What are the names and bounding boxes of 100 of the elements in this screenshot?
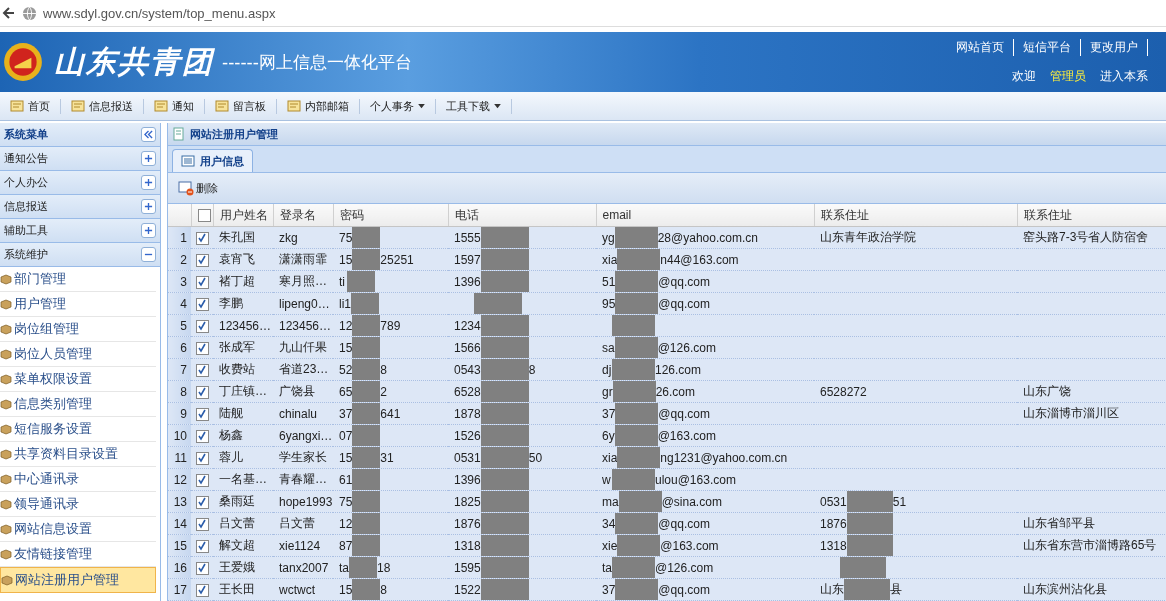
- delete-button[interactable]: 删除: [178, 180, 218, 196]
- table-cell: 山东: [820, 582, 844, 596]
- box-icon[interactable]: [0, 548, 12, 560]
- sidebar-section[interactable]: 系统维护: [4, 247, 48, 262]
- sidebar-section[interactable]: 信息报送: [4, 199, 48, 214]
- table-cell: @163.com: [660, 538, 719, 553]
- table-cell: @qq.com: [658, 406, 710, 421]
- row-number: 8: [180, 384, 187, 399]
- table-cell: @qq.com: [658, 274, 710, 289]
- table-cell: 山东省邹平县: [1023, 516, 1095, 530]
- welcome-text: 欢迎: [1012, 68, 1036, 85]
- table-cell: 寒月照…: [279, 274, 327, 288]
- box-icon[interactable]: [0, 423, 12, 435]
- dropdown-menu[interactable]: 个人事务: [360, 98, 436, 114]
- header-link[interactable]: 短信平台: [1014, 39, 1081, 56]
- menu-item[interactable]: 部门管理: [0, 267, 156, 292]
- box-icon[interactable]: [0, 398, 12, 410]
- menu-item[interactable]: 领导通讯录: [0, 492, 156, 517]
- table-cell: 12: [339, 318, 353, 333]
- column-header[interactable]: 联系住址: [820, 207, 869, 222]
- header-link[interactable]: 网站首页: [956, 39, 1014, 56]
- table-cell: 75: [339, 494, 353, 509]
- menu-item[interactable]: 中心通讯录: [0, 467, 156, 492]
- header-link[interactable]: 更改用户: [1081, 39, 1148, 56]
- row-number: 14: [173, 516, 187, 531]
- column-header[interactable]: email: [602, 208, 632, 222]
- table-cell: 6528272: [820, 384, 867, 399]
- box-icon[interactable]: [0, 523, 12, 535]
- table-cell: 1876: [454, 516, 481, 531]
- table-cell: 61: [339, 472, 353, 487]
- table-cell: 陆舰: [219, 406, 243, 420]
- sidebar-section[interactable]: 辅助工具: [4, 223, 48, 238]
- table-cell: xie1124: [279, 538, 321, 553]
- table-cell: 37: [602, 582, 616, 597]
- box-icon[interactable]: [0, 473, 12, 485]
- tab[interactable]: 用户信息: [172, 149, 253, 172]
- table-cell: 51: [602, 274, 616, 289]
- table-cell: @qq.com: [658, 296, 710, 311]
- table-cell: ta: [339, 560, 349, 575]
- menu-item[interactable]: 网站注册用户管理: [0, 567, 156, 593]
- table-cell: 解文超: [219, 538, 255, 552]
- table-cell: 0531: [820, 494, 847, 509]
- box-icon[interactable]: [0, 448, 12, 460]
- row-number: 12: [173, 472, 187, 487]
- caret-icon[interactable]: [418, 103, 425, 109]
- menu-item[interactable]: 网站信息设置: [0, 517, 156, 542]
- menu-item[interactable]: 菜单权限设置: [0, 367, 156, 392]
- table-cell: 52: [339, 362, 353, 377]
- column-header[interactable]: 电话: [454, 207, 479, 222]
- table-cell: 25251: [380, 252, 414, 267]
- url-text[interactable]: www.sdyl.gov.cn/system/top_menu.aspx: [43, 5, 276, 21]
- caret-icon[interactable]: [494, 103, 501, 109]
- table-cell: yg: [602, 230, 615, 245]
- box-icon[interactable]: [0, 298, 12, 310]
- toolbar-link[interactable]: 信息报送: [61, 98, 144, 114]
- table-cell: @qq.com: [658, 582, 710, 597]
- panel-title: 网站注册用户管理: [190, 126, 278, 142]
- table-cell: 九山仟果: [279, 340, 327, 354]
- table-cell: 山东省东营市淄博路65号: [1023, 538, 1157, 552]
- table-cell: @sina.com: [661, 494, 722, 509]
- toolbar-link[interactable]: 内部邮箱: [277, 98, 360, 114]
- menu-item[interactable]: 共享资料目录设置: [0, 442, 156, 467]
- table-cell: ulou@163.com: [655, 472, 736, 487]
- table-cell: 50: [528, 450, 543, 465]
- sidebar-section[interactable]: 个人办公: [4, 175, 48, 190]
- toolbar-link[interactable]: 留言板: [205, 98, 277, 114]
- row-number: 2: [180, 252, 187, 267]
- table-cell: 8: [528, 362, 536, 377]
- enter-system-link[interactable]: 进入本系: [1100, 68, 1148, 85]
- box-icon[interactable]: [1, 574, 13, 586]
- table-cell: 34: [602, 516, 616, 531]
- box-icon[interactable]: [0, 498, 12, 510]
- box-icon[interactable]: [0, 348, 12, 360]
- menu-item[interactable]: 信息类别管理: [0, 392, 156, 417]
- menu-item[interactable]: 岗位人员管理: [0, 342, 156, 367]
- table-cell: 6yangxi…: [279, 428, 333, 443]
- select-all-checkbox[interactable]: [197, 209, 211, 223]
- table-cell: 26.com: [655, 384, 696, 399]
- user-name: 管理员: [1050, 68, 1086, 85]
- menu-item[interactable]: 用户管理: [0, 292, 156, 317]
- menu-item[interactable]: 岗位组管理: [0, 317, 156, 342]
- back-arrow-icon[interactable]: [2, 6, 16, 20]
- list-icon[interactable]: [181, 155, 195, 167]
- menu-item[interactable]: 短信服务设置: [0, 417, 156, 442]
- dropdown-menu[interactable]: 工具下载: [436, 98, 512, 114]
- box-icon[interactable]: [0, 323, 12, 335]
- row-number: 15: [173, 538, 187, 553]
- column-header[interactable]: 密码: [339, 207, 364, 222]
- table-cell: 王爱娥: [219, 560, 255, 574]
- sidebar-section[interactable]: 通知公告: [4, 151, 48, 166]
- delete-icon[interactable]: [178, 180, 194, 196]
- toolbar-link[interactable]: 首页: [0, 98, 61, 114]
- toolbar-link[interactable]: 通知: [144, 98, 205, 114]
- row-number: 10: [173, 428, 187, 443]
- table-cell: chinalu: [279, 406, 318, 421]
- table-cell: zkg: [279, 230, 298, 245]
- table-cell: gr: [602, 384, 613, 399]
- box-icon[interactable]: [0, 373, 12, 385]
- table-cell: @qq.com: [658, 516, 710, 531]
- box-icon[interactable]: [0, 273, 12, 285]
